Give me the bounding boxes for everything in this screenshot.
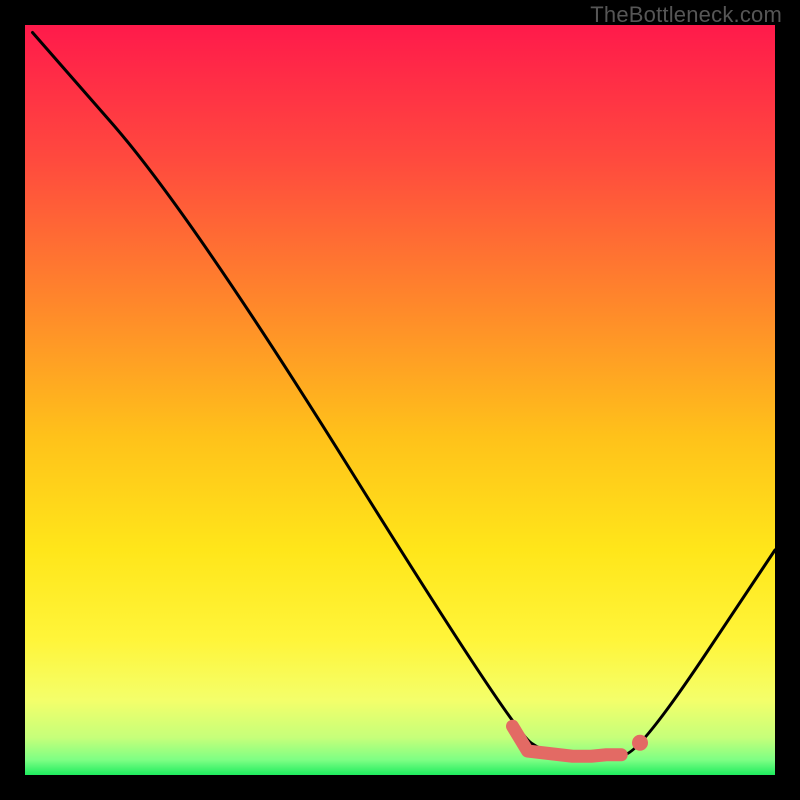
chart-svg [25,25,775,775]
gradient-background [25,25,775,775]
current-config-dot [632,735,648,751]
chart-frame: TheBottleneck.com [0,0,800,800]
chart-plot-area [25,25,775,775]
